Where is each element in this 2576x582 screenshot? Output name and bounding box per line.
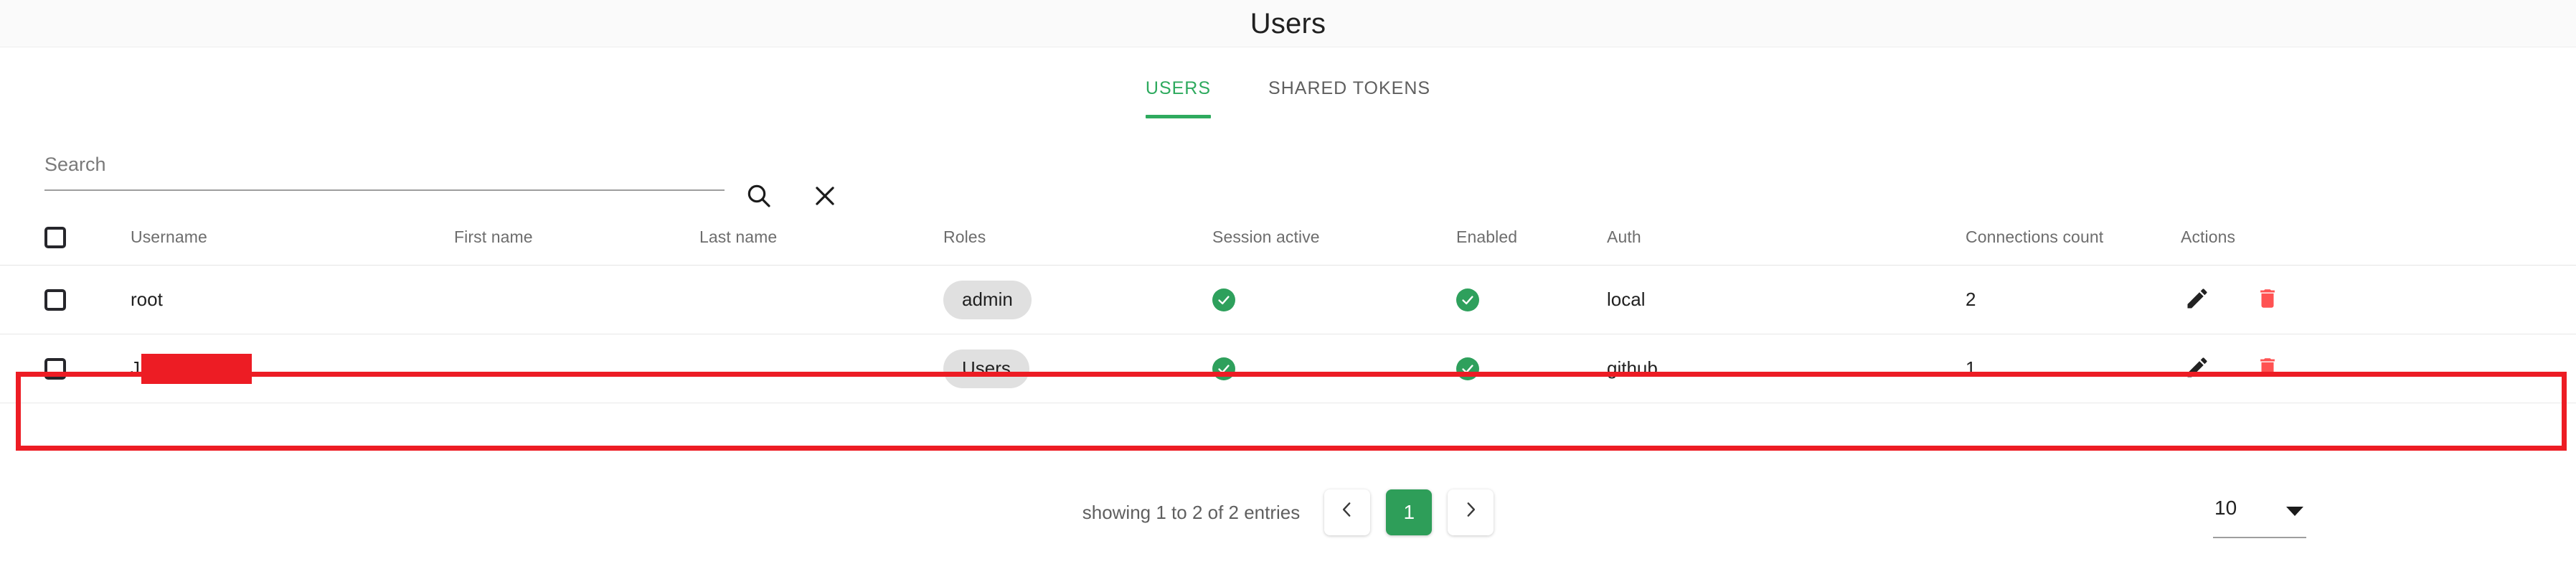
username-text: J <box>131 357 140 379</box>
cell-connections-count: 1 <box>1966 357 1976 379</box>
row-checkbox[interactable] <box>44 288 66 311</box>
delete-user-button[interactable] <box>2251 352 2284 385</box>
search-row <box>0 131 2576 210</box>
page-button-1[interactable]: 1 <box>1386 489 1433 535</box>
cell-auth: local <box>1607 288 1646 310</box>
column-header-last-name[interactable]: Last name <box>699 210 777 265</box>
row-select-cell <box>44 334 66 403</box>
cell-connections-count: 2 <box>1966 288 1976 310</box>
tab-bar: USERS SHARED TOKENS <box>0 48 2576 131</box>
select-all-cell <box>44 210 66 265</box>
cell-auth: github <box>1607 357 1658 379</box>
search-input[interactable] <box>44 145 725 187</box>
cell-enabled <box>1456 334 1479 403</box>
tab-users-label: USERS <box>1145 78 1212 98</box>
users-page: Users USERS SHARED TOKENS Search Usernam… <box>0 0 2576 582</box>
rows-per-page-value: 10 <box>2214 497 2237 519</box>
check-circle-icon <box>1212 357 1235 380</box>
entries-label: showing 1 to 2 of 2 entries <box>1082 501 1301 523</box>
cell-enabled <box>1456 266 1479 334</box>
prev-page-button[interactable] <box>1324 489 1371 535</box>
edit-user-button[interactable] <box>2181 352 2214 385</box>
cell-session-active <box>1212 266 1235 334</box>
check-circle-icon <box>1456 357 1479 380</box>
chevron-right-icon <box>1461 500 1480 525</box>
table-header-row: Username First name Last name Roles Sess… <box>0 210 2576 266</box>
cell-username: J <box>131 334 252 403</box>
username-value: J <box>131 353 252 384</box>
role-chip[interactable]: Users <box>943 349 1029 388</box>
tab-users[interactable]: USERS <box>1117 58 1240 118</box>
trash-icon <box>2255 355 2280 382</box>
check-circle-icon <box>1212 288 1235 311</box>
rows-per-page-underline <box>2213 537 2306 538</box>
tab-active-indicator <box>1145 115 1212 118</box>
cell-username: root <box>131 288 163 310</box>
cell-roles: admin <box>943 266 1032 334</box>
column-header-roles[interactable]: Roles <box>943 210 986 265</box>
users-table: Username First name Last name Roles Sess… <box>0 210 2576 403</box>
pencil-icon <box>2184 286 2210 314</box>
edit-user-button[interactable] <box>2181 283 2214 316</box>
tab-shared-tokens[interactable]: SHARED TOKENS <box>1240 58 1459 118</box>
cell-actions <box>2181 266 2284 334</box>
page-header: Users <box>0 0 2576 47</box>
column-header-connections-count[interactable]: Connections count <box>1966 210 2103 265</box>
column-header-first-name[interactable]: First name <box>454 210 533 265</box>
next-page-button[interactable] <box>1448 489 1494 535</box>
column-header-actions: Actions <box>2181 227 2236 246</box>
cell-session-active <box>1212 334 1235 403</box>
table-row[interactable]: root admin local 2 <box>0 266 2576 334</box>
chevron-left-icon <box>1338 500 1357 525</box>
role-chip[interactable]: admin <box>943 280 1032 319</box>
search-field <box>44 145 725 195</box>
table-row[interactable]: J Users github 1 <box>0 334 2576 403</box>
delete-user-button[interactable] <box>2251 283 2284 316</box>
column-header-auth[interactable]: Auth <box>1607 210 1641 265</box>
search-underline <box>44 189 725 191</box>
table-footer: showing 1 to 2 of 2 entries 1 10 <box>0 459 2576 582</box>
cell-roles: Users <box>943 334 1029 403</box>
column-header-username[interactable]: Username <box>131 210 207 265</box>
pagination: showing 1 to 2 of 2 entries 1 <box>0 489 2576 535</box>
select-all-checkbox[interactable] <box>44 226 66 248</box>
trash-icon <box>2255 286 2280 313</box>
row-actions <box>2181 283 2284 316</box>
row-actions <box>2181 352 2284 385</box>
chevron-down-icon <box>2286 507 2303 516</box>
row-select-cell <box>44 266 66 334</box>
redaction-box <box>141 353 252 384</box>
row-checkbox[interactable] <box>44 357 66 380</box>
tabs: USERS SHARED TOKENS <box>1117 58 1459 118</box>
column-header-session-active[interactable]: Session active <box>1212 210 1320 265</box>
pencil-icon <box>2184 355 2210 382</box>
rows-per-page-select[interactable]: 10 <box>2213 494 2306 538</box>
page-title: Users <box>1250 7 1326 39</box>
search-icon <box>745 182 773 212</box>
check-circle-icon <box>1456 288 1479 311</box>
close-icon <box>811 182 839 212</box>
column-header-enabled[interactable]: Enabled <box>1456 210 1517 265</box>
cell-actions <box>2181 334 2284 403</box>
tab-shared-tokens-label: SHARED TOKENS <box>1268 78 1431 98</box>
